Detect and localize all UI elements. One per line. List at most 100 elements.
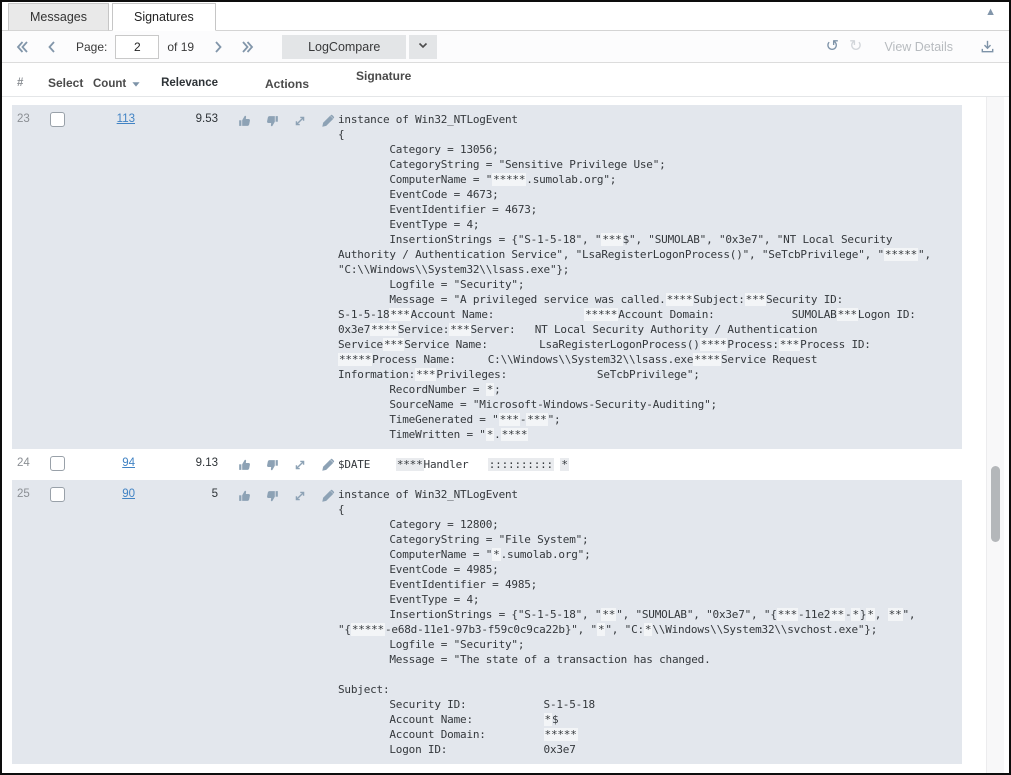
wildcard-highlight: * bbox=[851, 608, 859, 621]
thumbs-up-icon[interactable] bbox=[236, 488, 253, 504]
wildcard-highlight: **** bbox=[501, 428, 529, 441]
row-count-cell: 90 bbox=[86, 480, 135, 500]
tab-strip: Messages Signatures ▲ bbox=[2, 2, 1009, 31]
thumbs-up-icon[interactable] bbox=[236, 113, 253, 129]
edit-icon[interactable] bbox=[320, 113, 337, 129]
wildcard-highlight: ***** bbox=[338, 353, 372, 366]
table-row: 25905instance of Win32_NTLogEvent { Cate… bbox=[12, 480, 962, 764]
wildcard-highlight: ***** bbox=[544, 728, 578, 741]
page-total-label: of 19 bbox=[167, 40, 194, 54]
row-select-cell bbox=[46, 105, 86, 127]
redo-icon[interactable]: ↻ bbox=[849, 39, 862, 55]
wildcard-highlight: * bbox=[560, 458, 568, 471]
wildcard-highlight: * bbox=[644, 623, 652, 636]
column-header-num: # bbox=[12, 69, 46, 91]
signature-cell: instance of Win32_NTLogEvent { Category … bbox=[338, 105, 962, 449]
wildcard-highlight: * bbox=[486, 383, 494, 396]
count-link[interactable]: 90 bbox=[122, 488, 135, 500]
row-select-cell bbox=[46, 480, 86, 502]
relevance-value: 9.53 bbox=[135, 105, 218, 125]
row-select-cell bbox=[46, 449, 86, 471]
thumbs-down-icon[interactable] bbox=[264, 457, 281, 473]
wildcard-highlight: ** bbox=[601, 608, 616, 621]
wildcard-highlight: *** bbox=[745, 293, 766, 306]
signature-text: instance of Win32_NTLogEvent { Category … bbox=[338, 112, 962, 442]
count-link[interactable]: 113 bbox=[117, 113, 135, 125]
thumbs-up-icon[interactable] bbox=[236, 457, 253, 473]
row-number: 24 bbox=[12, 449, 46, 469]
relevance-value: 9.13 bbox=[135, 449, 218, 469]
wildcard-highlight: * bbox=[597, 623, 605, 636]
wildcard-highlight: *** bbox=[779, 338, 800, 351]
edit-icon[interactable] bbox=[320, 457, 337, 473]
logcompare-dropdown-button[interactable] bbox=[409, 35, 437, 59]
wildcard-highlight: **** bbox=[693, 353, 721, 366]
undo-icon[interactable]: ↺ bbox=[826, 39, 839, 55]
wildcard-highlight: *** bbox=[389, 308, 410, 321]
wildcard-highlight: *** bbox=[449, 323, 470, 336]
toolbar: Page: of 19 LogCompare ↺ ↻ View Details bbox=[2, 31, 1009, 63]
wildcard-highlight: **** bbox=[666, 293, 694, 306]
tab-signatures[interactable]: Signatures bbox=[112, 3, 216, 31]
row-count-cell: 94 bbox=[86, 449, 135, 469]
view-details-button[interactable]: View Details bbox=[878, 39, 959, 55]
wildcard-highlight: :::::::::: bbox=[488, 458, 554, 471]
thumbs-down-icon[interactable] bbox=[264, 488, 281, 504]
signature-text: $DATE ****Handler :::::::::: * bbox=[338, 457, 962, 472]
count-link[interactable]: 94 bbox=[122, 457, 135, 469]
wildcard-highlight: * bbox=[544, 713, 552, 726]
signature-cell: instance of Win32_NTLogEvent { Category … bbox=[338, 480, 962, 764]
scrollbar-thumb[interactable] bbox=[991, 466, 1000, 542]
select-checkbox[interactable] bbox=[50, 112, 65, 127]
row-actions bbox=[218, 105, 338, 129]
next-page-icon[interactable] bbox=[208, 37, 228, 57]
wildcard-highlight: *** bbox=[415, 368, 436, 381]
expand-icon[interactable] bbox=[292, 488, 309, 504]
signature-text: instance of Win32_NTLogEvent { Category … bbox=[338, 487, 962, 757]
column-header-count[interactable]: Count bbox=[86, 69, 135, 91]
wildcard-highlight: **** bbox=[370, 323, 398, 336]
prev-page-icon[interactable] bbox=[42, 37, 62, 57]
page-label: Page: bbox=[76, 40, 107, 54]
wildcard-highlight: *** bbox=[499, 413, 520, 426]
column-header-actions: Actions bbox=[218, 69, 338, 91]
signature-cell: $DATE ****Handler :::::::::: * bbox=[338, 449, 962, 480]
row-actions bbox=[218, 449, 338, 473]
select-checkbox[interactable] bbox=[50, 456, 65, 471]
table-row: 231139.53instance of Win32_NTLogEvent { … bbox=[12, 105, 962, 449]
wildcard-highlight: ** bbox=[830, 608, 845, 621]
wildcard-highlight: *** bbox=[837, 308, 858, 321]
wildcard-highlight: *** bbox=[383, 338, 404, 351]
dropdown-chevron-icon bbox=[416, 38, 430, 55]
row-actions bbox=[218, 480, 338, 504]
row-count-cell: 113 bbox=[86, 105, 135, 125]
thumbs-down-icon[interactable] bbox=[264, 113, 281, 129]
column-header-relevance: Relevance bbox=[135, 69, 218, 91]
logcompare-button[interactable]: LogCompare bbox=[282, 35, 406, 59]
tab-messages[interactable]: Messages bbox=[8, 3, 109, 31]
edit-icon[interactable] bbox=[320, 488, 337, 504]
vertical-scrollbar bbox=[986, 97, 1004, 773]
wildcard-highlight: * bbox=[866, 608, 874, 621]
column-header-select: Select bbox=[46, 69, 86, 91]
export-icon[interactable] bbox=[977, 37, 997, 57]
toolbar-right: ↺ ↻ View Details bbox=[826, 37, 999, 57]
row-number: 25 bbox=[12, 480, 46, 500]
expand-icon[interactable] bbox=[292, 113, 309, 129]
wildcard-highlight: *** bbox=[601, 233, 622, 246]
signatures-panel: Messages Signatures ▲ Page: of 19 LogCom… bbox=[0, 0, 1011, 775]
collapse-panel-icon[interactable]: ▲ bbox=[985, 7, 996, 18]
select-checkbox[interactable] bbox=[50, 487, 65, 502]
expand-icon[interactable] bbox=[292, 457, 309, 473]
wildcard-highlight: * bbox=[492, 548, 500, 561]
last-page-icon[interactable] bbox=[238, 37, 258, 57]
wildcard-highlight: ***** bbox=[351, 623, 385, 636]
rows: 231139.53instance of Win32_NTLogEvent { … bbox=[12, 105, 962, 764]
wildcard-highlight: ***** bbox=[492, 173, 526, 186]
first-page-icon[interactable] bbox=[12, 37, 32, 57]
column-header-signature: Signature bbox=[356, 69, 962, 91]
table-row: 24 949.13 $DATE ****Handler :::::::::: * bbox=[12, 449, 962, 480]
wildcard-highlight: * bbox=[486, 428, 494, 441]
page-input[interactable] bbox=[115, 35, 159, 59]
wildcard-highlight: ***** bbox=[584, 308, 618, 321]
